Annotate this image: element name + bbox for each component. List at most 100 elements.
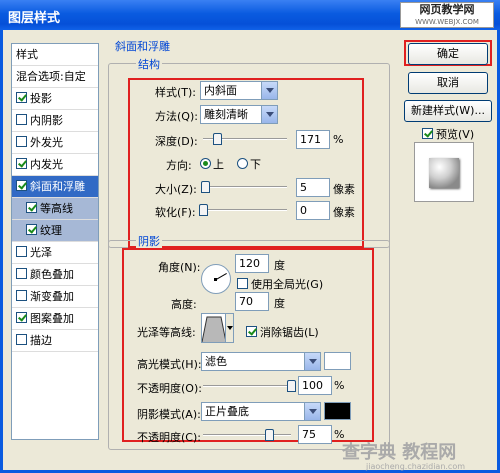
style-list-header[interactable]: 样式 <box>12 44 98 66</box>
shading-legend: 阴影 <box>136 233 162 249</box>
style-select[interactable]: 内斜面 <box>200 81 278 100</box>
watermark-logo: 网页教学网 WWW.WEBJX.COM <box>400 2 494 28</box>
direction-up-radio[interactable]: 上 <box>200 156 224 172</box>
style-list-label: 外发光 <box>30 136 63 149</box>
checkbox-icon[interactable] <box>16 334 27 345</box>
slider-thumb[interactable] <box>199 204 208 216</box>
style-list-label: 内发光 <box>30 158 63 171</box>
checkbox-icon[interactable] <box>16 268 27 279</box>
style-list-item[interactable]: 投影 <box>12 88 98 110</box>
style-list-item[interactable]: 外发光 <box>12 132 98 154</box>
section-title: 斜面和浮雕 <box>115 40 170 53</box>
style-list-item[interactable]: 内发光 <box>12 154 98 176</box>
checkbox-icon[interactable] <box>16 158 27 169</box>
style-list-label: 颜色叠加 <box>30 268 74 281</box>
slider-thumb[interactable] <box>265 429 274 441</box>
window-title: 图层样式 <box>8 11 61 26</box>
highlight-opacity-label: 不透明度(O): <box>137 382 202 395</box>
depth-unit: % <box>333 133 344 146</box>
checkbox-icon[interactable] <box>16 136 27 147</box>
antialiased-checkbox[interactable]: 消除锯齿(L) <box>246 324 319 340</box>
style-list-item[interactable]: 描边 <box>12 330 98 352</box>
style-list-label: 图案叠加 <box>30 312 74 325</box>
shadow-color-swatch[interactable] <box>324 402 351 420</box>
style-list-label: 纹理 <box>40 224 62 237</box>
style-list-item[interactable]: 等高线 <box>12 198 98 220</box>
checkbox-icon[interactable] <box>16 180 27 191</box>
slider-thumb[interactable] <box>287 380 296 392</box>
style-list-item[interactable]: 斜面和浮雕 <box>12 176 98 198</box>
style-list-item[interactable]: 内阴影 <box>12 110 98 132</box>
style-list-item[interactable]: 渐变叠加 <box>12 286 98 308</box>
slider-thumb[interactable] <box>200 181 210 193</box>
title-bar: 图层样式 网页教学网 WWW.WEBJX.COM <box>0 0 500 30</box>
preview-checkbox[interactable]: 预览(V) <box>422 126 474 142</box>
highlight-opacity-slider[interactable] <box>203 380 296 392</box>
angle-dial[interactable] <box>201 264 231 294</box>
chevron-down-icon <box>225 314 233 342</box>
size-input[interactable]: 5 <box>296 178 330 197</box>
style-preview <box>414 142 474 202</box>
highlight-opacity-input[interactable]: 100 <box>298 376 332 395</box>
soften-input[interactable]: 0 <box>296 201 330 220</box>
shadow-mode-select[interactable]: 正片叠底 <box>201 402 321 421</box>
style-list-label: 光泽 <box>30 246 52 259</box>
technique-select[interactable]: 雕刻清晰 <box>200 105 278 124</box>
highlight-color-swatch[interactable] <box>324 352 351 370</box>
soften-label: 软化(F): <box>155 206 196 219</box>
checkbox-icon[interactable] <box>16 290 27 301</box>
angle-unit: 度 <box>274 259 285 272</box>
chevron-down-icon <box>304 403 320 420</box>
cancel-button[interactable]: 取消 <box>408 72 488 94</box>
chevron-down-icon <box>304 353 320 370</box>
style-label: 样式(T): <box>155 86 197 99</box>
checkbox-icon[interactable] <box>16 312 27 323</box>
style-list-label: 内阴影 <box>30 114 63 127</box>
style-list-item[interactable]: 图案叠加 <box>12 308 98 330</box>
checkbox-icon[interactable] <box>16 114 27 125</box>
shadow-opacity-input[interactable]: 75 <box>298 425 332 444</box>
depth-input[interactable]: 171 <box>296 130 330 149</box>
checkbox-icon[interactable] <box>26 224 37 235</box>
altitude-unit: 度 <box>274 297 285 310</box>
size-unit: 像素 <box>333 183 355 196</box>
gloss-contour-label: 光泽等高线: <box>137 326 196 339</box>
new-style-button[interactable]: 新建样式(W)... <box>404 100 492 122</box>
checkbox-icon[interactable] <box>26 202 37 213</box>
structure-legend: 结构 <box>136 56 162 72</box>
checkbox-icon[interactable] <box>16 246 27 257</box>
depth-slider[interactable] <box>203 133 287 145</box>
global-light-checkbox[interactable]: 使用全局光(G) <box>237 276 323 292</box>
shadow-opacity-label: 不透明度(C): <box>137 431 201 444</box>
checkbox-icon <box>237 278 248 289</box>
checkbox-icon[interactable] <box>16 92 27 103</box>
soften-unit: 像素 <box>333 206 355 219</box>
size-slider[interactable] <box>200 181 287 193</box>
style-list-item[interactable]: 纹理 <box>12 220 98 242</box>
slider-thumb[interactable] <box>213 133 223 145</box>
ok-button[interactable]: 确定 <box>408 43 488 65</box>
style-list-label: 渐变叠加 <box>30 290 74 303</box>
style-list-item[interactable]: 光泽 <box>12 242 98 264</box>
shadow-mode-label: 阴影模式(A): <box>137 408 201 421</box>
chevron-down-icon <box>261 82 277 99</box>
radio-on-icon <box>200 158 211 169</box>
highlight-mode-select[interactable]: 滤色 <box>201 352 321 371</box>
technique-label: 方法(Q): <box>155 110 198 123</box>
highlight-opacity-unit: % <box>334 379 345 392</box>
angle-label: 角度(N): <box>158 261 201 274</box>
altitude-input[interactable]: 70 <box>235 292 269 311</box>
style-list-item[interactable]: 颜色叠加 <box>12 264 98 286</box>
style-list-item[interactable]: 混合选项:自定 <box>12 66 98 88</box>
checkbox-icon <box>422 128 433 139</box>
style-list-label: 混合选项:自定 <box>16 70 86 83</box>
dialog-body: 样式 混合选项:自定 投影 内阴影 外发光 内发光 斜面和浮雕 等高线 纹理 光泽 颜色叠加 渐变叠… <box>0 30 500 473</box>
soften-slider[interactable] <box>199 204 287 216</box>
style-list-label: 投影 <box>30 92 52 105</box>
preview-thumbnail <box>429 158 459 188</box>
shadow-opacity-slider[interactable] <box>203 429 291 441</box>
direction-down-radio[interactable]: 下 <box>237 156 261 172</box>
angle-input[interactable]: 120 <box>235 254 269 273</box>
size-label: 大小(Z): <box>155 183 197 196</box>
gloss-contour-picker[interactable] <box>201 313 234 343</box>
